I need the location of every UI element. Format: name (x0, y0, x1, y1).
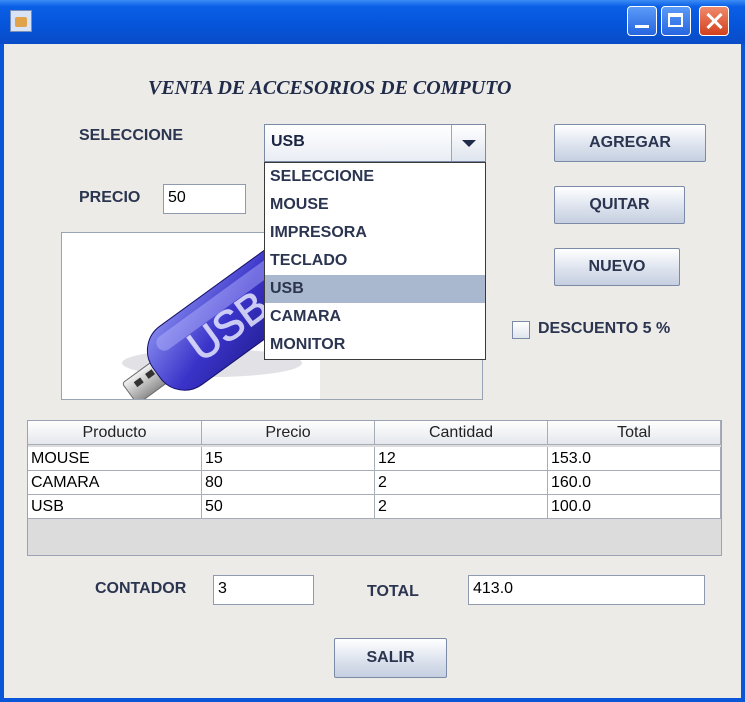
seleccione-label: SELECCIONE (79, 127, 184, 144)
combo-option-camara[interactable]: CAMARA (265, 303, 485, 331)
table-cell[interactable]: 2 (375, 471, 548, 495)
table-cell[interactable]: 50 (202, 495, 375, 519)
table-cell[interactable]: CAMARA (28, 471, 202, 495)
combo-dropdown-list[interactable]: SELECCIONE MOUSE IMPRESORA TECLADO USB C… (264, 162, 486, 360)
table-row[interactable]: CAMARA 80 2 160.0 (28, 471, 721, 495)
column-header[interactable]: Producto (28, 421, 202, 445)
table-cell[interactable]: 15 (202, 447, 375, 471)
producto-combo[interactable]: USB (264, 124, 486, 162)
contador-field[interactable]: 3 (213, 575, 314, 605)
table-row[interactable]: USB 50 2 100.0 (28, 495, 721, 519)
table-cell[interactable]: 2 (375, 495, 548, 519)
combo-option-monitor[interactable]: MONITOR (265, 331, 485, 359)
descuento-label[interactable]: DESCUENTO 5 % (538, 320, 670, 338)
precio-label: PRECIO (79, 189, 141, 206)
minimize-button[interactable] (627, 6, 657, 36)
page-title: VENTA DE ACCESORIOS DE COMPUTO (148, 77, 512, 99)
nuevo-button[interactable]: NUEVO (554, 248, 680, 286)
java-app-icon (10, 10, 32, 32)
table-cell[interactable]: 80 (202, 471, 375, 495)
table-cell[interactable]: 153.0 (548, 447, 721, 471)
combo-option-impresora[interactable]: IMPRESORA (265, 219, 485, 247)
column-header[interactable]: Cantidad (375, 421, 548, 445)
chevron-down-icon[interactable] (451, 125, 485, 161)
total-field[interactable]: 413.0 (468, 575, 705, 605)
total-label: TOTAL (367, 583, 419, 600)
table-cell[interactable]: USB (28, 495, 202, 519)
table-cell[interactable]: 160.0 (548, 471, 721, 495)
table-cell[interactable]: 100.0 (548, 495, 721, 519)
column-header[interactable]: Precio (202, 421, 375, 445)
maximize-button[interactable] (661, 6, 691, 36)
descuento-checkbox[interactable] (512, 321, 530, 339)
combo-option-seleccione[interactable]: SELECCIONE (265, 163, 485, 191)
column-header[interactable]: Total (548, 421, 721, 445)
combo-option-teclado[interactable]: TECLADO (265, 247, 485, 275)
quitar-button[interactable]: QUITAR (554, 186, 685, 224)
table-row[interactable]: MOUSE 15 12 153.0 (28, 447, 721, 471)
table-cell[interactable]: MOUSE (28, 447, 202, 471)
contador-label: CONTADOR (95, 580, 187, 597)
salir-button[interactable]: SALIR (334, 638, 447, 678)
table-header: Producto Precio Cantidad Total (28, 421, 721, 445)
agregar-button[interactable]: AGREGAR (554, 124, 706, 162)
ventas-table[interactable]: Producto Precio Cantidad Total MOUSE 15 … (27, 420, 722, 556)
precio-field[interactable]: 50 (163, 184, 246, 214)
combo-selected-value: USB (271, 133, 305, 150)
combo-option-usb[interactable]: USB (265, 275, 485, 303)
combo-option-mouse[interactable]: MOUSE (265, 191, 485, 219)
title-bar[interactable] (0, 0, 745, 44)
close-button[interactable] (699, 6, 729, 36)
table-cell[interactable]: 12 (375, 447, 548, 471)
